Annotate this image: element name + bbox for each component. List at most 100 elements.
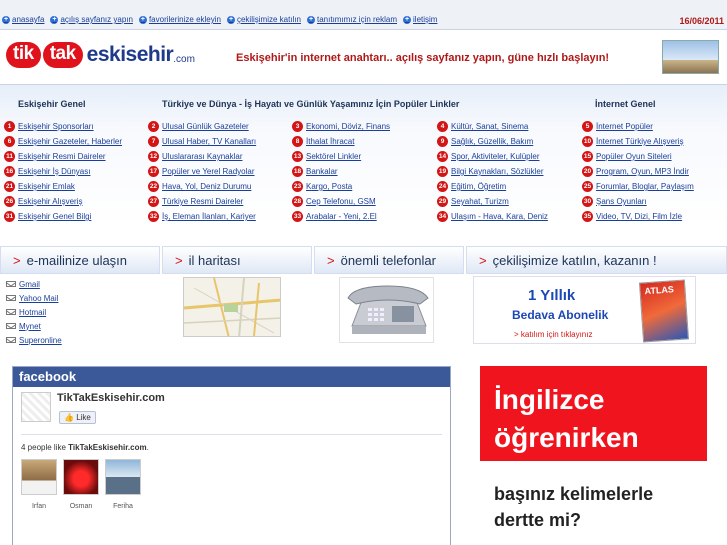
link-label[interactable]: Şans Oyunları [596, 197, 647, 206]
link-label[interactable]: Eskişehir Gazeteler, Haberler [18, 137, 122, 146]
mail-link-yahoo[interactable]: Yahoo Mail [6, 291, 62, 305]
strip-email[interactable]: > e-mailinize ulaşın [0, 246, 160, 274]
like-button[interactable]: 👍 Like [59, 411, 96, 424]
link-label[interactable]: Popüler ve Yerel Radyolar [162, 167, 255, 176]
nav-set-homepage[interactable]: + açılış sayfanız yapın [50, 15, 133, 24]
telephone-image[interactable] [339, 277, 434, 343]
link-label[interactable]: Sağlık, Güzellik, Bakım [451, 137, 533, 146]
page-thumbnail[interactable] [21, 392, 51, 422]
link-label[interactable]: Kargo, Posta [306, 182, 352, 191]
link-label[interactable]: Bilgi Kaynakları, Sözlükler [451, 167, 543, 176]
link-label[interactable]: Popüler Oyun Siteleri [596, 152, 672, 161]
nav-add-favorites[interactable]: + favorilerinize ekleyin [138, 15, 221, 24]
strip-phones[interactable]: > önemli telefonlar [314, 246, 464, 274]
link-label[interactable]: Ulusal Günlük Gazeteler [162, 122, 249, 131]
link-item[interactable]: 35 Video, TV, Dizi, Film İzle [582, 209, 694, 224]
link-label[interactable]: Eskişehir Sponsorları [18, 122, 94, 131]
link-label[interactable]: Uluslararası Kaynaklar [162, 152, 242, 161]
link-label[interactable]: Eğitim, Öğretim [451, 182, 506, 191]
link-label[interactable]: İnternet Popüler [596, 122, 653, 131]
link-item[interactable]: 25 Forumlar, Bloglar, Paylaşım [582, 179, 694, 194]
link-label[interactable]: Eskişehir Alışveriş [18, 197, 82, 206]
nav-home[interactable]: + anasayfa [2, 15, 44, 24]
link-label[interactable]: Eskişehir Emlak [18, 182, 75, 191]
mail-link-superonline[interactable]: Superonline [6, 333, 62, 347]
link-item[interactable]: 31 Eskişehir Genel Bilgi [4, 209, 122, 224]
link-item[interactable]: 13 Sektörel Linkler [292, 149, 390, 164]
link-item[interactable]: 29 Seyahat, Turizm [437, 194, 548, 209]
link-item[interactable]: 30 Şans Oyunları [582, 194, 694, 209]
link-item[interactable]: 3 Ekonomi, Döviz, Finans [292, 119, 390, 134]
link-item[interactable]: 17 Popüler ve Yerel Radyolar [148, 164, 256, 179]
link-label[interactable]: Program, Oyun, MP3 İndir [596, 167, 689, 176]
link-item[interactable]: 20 Program, Oyun, MP3 İndir [582, 164, 694, 179]
nav-advertise[interactable]: + tanıtımımız için reklam [307, 15, 397, 24]
link-label[interactable]: Seyahat, Turizm [451, 197, 509, 206]
mail-link-gmail[interactable]: Gmail [6, 277, 62, 291]
link-item[interactable]: 24 Eğitim, Öğretim [437, 179, 548, 194]
friend-avatar-irfan[interactable]: Irfan [21, 459, 57, 510]
site-logo[interactable]: tik tak eskisehir .com [6, 40, 195, 70]
link-label[interactable]: İnternet Türkiye Alışveriş [596, 137, 683, 146]
link-item[interactable]: 27 Türkiye Resmi Daireler [148, 194, 256, 209]
nav-contact[interactable]: + iletişim [403, 15, 437, 24]
col-title-internet: İnternet Genel [595, 99, 656, 109]
link-label[interactable]: Ulaşım - Hava, Kara, Deniz [451, 212, 548, 221]
link-label[interactable]: Eskişehir Resmi Daireler [18, 152, 106, 161]
mail-link-mynet[interactable]: Mynet [6, 319, 62, 333]
link-item[interactable]: 19 Bilgi Kaynakları, Sözlükler [437, 164, 548, 179]
link-item[interactable]: 34 Ulaşım - Hava, Kara, Deniz [437, 209, 548, 224]
facebook-brand[interactable]: facebook [13, 367, 450, 387]
link-item[interactable]: 14 Spor, Aktiviteler, Kulüpler [437, 149, 548, 164]
link-item[interactable]: 9 Sağlık, Güzellik, Bakım [437, 134, 548, 149]
link-item[interactable]: 7 Ulusal Haber, TV Kanalları [148, 134, 256, 149]
friend-avatar-feriha[interactable]: Feriha [105, 459, 141, 510]
link-label[interactable]: İthalat İhracat [306, 137, 354, 146]
english-course-ad[interactable]: İngilizce öğrenirken başınız kelimelerle… [480, 366, 707, 545]
link-item[interactable]: 1 Eskişehir Sponsorları [4, 119, 122, 134]
promo-cta[interactable]: > katılım için tıklayınız [514, 330, 592, 339]
link-label[interactable]: Ulusal Haber, TV Kanalları [162, 137, 256, 146]
link-item[interactable]: 2 Ulusal Günlük Gazeteler [148, 119, 256, 134]
avatar [21, 459, 57, 495]
link-label[interactable]: Spor, Aktiviteler, Kulüpler [451, 152, 540, 161]
link-item[interactable]: 12 Uluslararası Kaynaklar [148, 149, 256, 164]
link-item[interactable]: 16 Eskişehir İş Dünyası [4, 164, 122, 179]
link-item[interactable]: 15 Popüler Oyun Siteleri [582, 149, 694, 164]
link-item[interactable]: 23 Kargo, Posta [292, 179, 390, 194]
link-item[interactable]: 28 Cep Telefonu, GSM [292, 194, 390, 209]
link-label[interactable]: Türkiye Resmi Daireler [162, 197, 243, 206]
nav-raffle[interactable]: + çekilişimize katılın [226, 15, 301, 24]
mail-link-hotmail[interactable]: Hotmail [6, 305, 62, 319]
link-item[interactable]: 5 İnternet Popüler [582, 119, 694, 134]
link-label[interactable]: Forumlar, Bloglar, Paylaşım [596, 182, 694, 191]
link-label[interactable]: İş, Eleman İlanları, Kariyer [162, 212, 256, 221]
link-label[interactable]: Bankalar [306, 167, 338, 176]
link-item[interactable]: 8 İthalat İhracat [292, 134, 390, 149]
link-item[interactable]: 33 Arabalar - Yeni, 2.El [292, 209, 390, 224]
link-item[interactable]: 26 Eskişehir Alışveriş [4, 194, 122, 209]
link-item[interactable]: 11 Eskişehir Resmi Daireler [4, 149, 122, 164]
link-label[interactable]: Hava, Yol, Deniz Durumu [162, 182, 251, 191]
link-item[interactable]: 4 Kültür, Sanat, Sinema [437, 119, 548, 134]
link-label[interactable]: Ekonomi, Döviz, Finans [306, 122, 390, 131]
friend-avatar-osman[interactable]: Osman [63, 459, 99, 510]
strip-map[interactable]: > il haritası [162, 246, 312, 274]
link-label[interactable]: Cep Telefonu, GSM [306, 197, 376, 206]
number-badge: 7 [148, 136, 159, 147]
link-label[interactable]: Kültür, Sanat, Sinema [451, 122, 528, 131]
subscription-promo[interactable]: 1 Yıllık Bedava Abonelik > katılım için … [473, 276, 696, 344]
link-label[interactable]: Eskişehir Genel Bilgi [18, 212, 91, 221]
link-item[interactable]: 10 İnternet Türkiye Alışveriş [582, 134, 694, 149]
link-item[interactable]: 22 Hava, Yol, Deniz Durumu [148, 179, 256, 194]
link-label[interactable]: Sektörel Linkler [306, 152, 361, 161]
strip-raffle[interactable]: > çekilişimize katılın, kazanın ! [466, 246, 727, 274]
link-item[interactable]: 21 Eskişehir Emlak [4, 179, 122, 194]
link-item[interactable]: 6 Eskişehir Gazeteler, Haberler [4, 134, 122, 149]
city-map-thumbnail[interactable] [183, 277, 281, 337]
link-label[interactable]: Arabalar - Yeni, 2.El [306, 212, 377, 221]
link-label[interactable]: Video, TV, Dizi, Film İzle [596, 212, 682, 221]
link-item[interactable]: 32 İş, Eleman İlanları, Kariyer [148, 209, 256, 224]
link-label[interactable]: Eskişehir İş Dünyası [18, 167, 90, 176]
link-item[interactable]: 18 Bankalar [292, 164, 390, 179]
